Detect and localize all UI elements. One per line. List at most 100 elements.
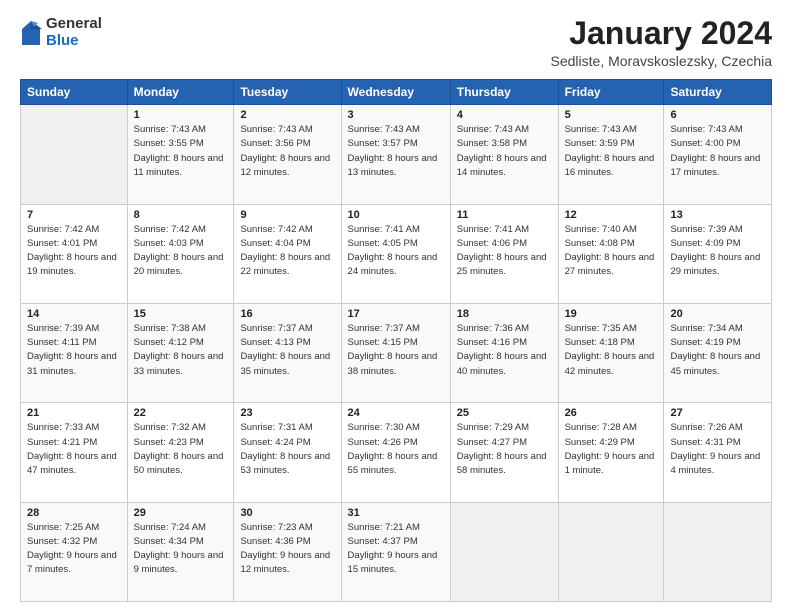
day-info: Sunrise: 7:43 AMSunset: 3:59 PMDaylight:… xyxy=(565,123,658,180)
day-cell: 28 Sunrise: 7:25 AMSunset: 4:32 PMDayligh… xyxy=(21,502,128,601)
day-cell: 23Sunrise: 7:31 AMSunset: 4:24 PMDayligh… xyxy=(234,403,341,502)
day-cell: 24Sunrise: 7:30 AMSunset: 4:26 PMDayligh… xyxy=(341,403,450,502)
day-cell: 7 Sunrise: 7:42 AMSunset: 4:01 PMDaylight… xyxy=(21,204,128,303)
day-info: Sunrise: 7:34 AMSunset: 4:19 PMDaylight:… xyxy=(670,322,765,379)
day-info: Sunrise: 7:25 AMSunset: 4:32 PMDaylight:… xyxy=(27,521,121,578)
day-number: 22 xyxy=(134,407,228,419)
logo-blue-text: Blue xyxy=(46,33,102,50)
day-info: Sunrise: 7:33 AMSunset: 4:21 PMDaylight:… xyxy=(27,421,121,478)
day-cell: 30 Sunrise: 7:23 AMSunset: 4:36 PMDayligh… xyxy=(234,502,341,601)
day-number: 8 xyxy=(134,209,228,221)
day-info: Sunrise: 7:30 AMSunset: 4:26 PMDaylight:… xyxy=(348,421,444,478)
day-info: Sunrise: 7:40 AMSunset: 4:08 PMDaylight:… xyxy=(565,223,658,280)
day-cell xyxy=(21,105,128,204)
day-cell: 4 Sunrise: 7:43 AMSunset: 3:58 PMDaylight… xyxy=(450,105,558,204)
day-number: 2 xyxy=(240,109,334,121)
calendar-table: SundayMondayTuesdayWednesdayThursdayFrid… xyxy=(20,79,772,602)
day-info: Sunrise: 7:42 AMSunset: 4:01 PMDaylight:… xyxy=(27,223,121,280)
day-info: Sunrise: 7:36 AMSunset: 4:16 PMDaylight:… xyxy=(457,322,552,379)
day-number: 17 xyxy=(348,308,444,320)
weekday-header-friday: Friday xyxy=(558,80,664,105)
day-info: Sunrise: 7:37 AMSunset: 4:13 PMDaylight:… xyxy=(240,322,334,379)
day-cell: 5 Sunrise: 7:43 AMSunset: 3:59 PMDaylight… xyxy=(558,105,664,204)
weekday-header-thursday: Thursday xyxy=(450,80,558,105)
day-cell: 26 Sunrise: 7:28 AMSunset: 4:29 PMDayligh… xyxy=(558,403,664,502)
day-cell: 18 Sunrise: 7:36 AMSunset: 4:16 PMDayligh… xyxy=(450,303,558,402)
day-number: 19 xyxy=(565,308,658,320)
day-cell: 11Sunrise: 7:41 AMSunset: 4:06 PMDayligh… xyxy=(450,204,558,303)
day-cell xyxy=(664,502,772,601)
day-number: 14 xyxy=(27,308,121,320)
day-info: Sunrise: 7:42 AMSunset: 4:04 PMDaylight:… xyxy=(240,223,334,280)
day-number: 5 xyxy=(565,109,658,121)
logo: General Blue xyxy=(20,16,102,49)
week-row-5: 28 Sunrise: 7:25 AMSunset: 4:32 PMDayligh… xyxy=(21,502,772,601)
day-info: Sunrise: 7:41 AMSunset: 4:05 PMDaylight:… xyxy=(348,223,444,280)
logo-general-text: General xyxy=(46,16,102,33)
day-info: Sunrise: 7:43 AMSunset: 3:56 PMDaylight:… xyxy=(240,123,334,180)
day-number: 26 xyxy=(565,407,658,419)
week-row-3: 14Sunrise: 7:39 AMSunset: 4:11 PMDayligh… xyxy=(21,303,772,402)
day-info: Sunrise: 7:26 AMSunset: 4:31 PMDaylight:… xyxy=(670,421,765,478)
day-cell: 27Sunrise: 7:26 AMSunset: 4:31 PMDayligh… xyxy=(664,403,772,502)
day-number: 25 xyxy=(457,407,552,419)
day-info: Sunrise: 7:43 AMSunset: 3:57 PMDaylight:… xyxy=(348,123,444,180)
day-info: Sunrise: 7:35 AMSunset: 4:18 PMDaylight:… xyxy=(565,322,658,379)
day-cell: 14Sunrise: 7:39 AMSunset: 4:11 PMDayligh… xyxy=(21,303,128,402)
day-info: Sunrise: 7:21 AMSunset: 4:37 PMDaylight:… xyxy=(348,521,444,578)
day-number: 16 xyxy=(240,308,334,320)
header: General Blue January 2024 Sedliste, Mora… xyxy=(20,16,772,69)
day-number: 10 xyxy=(348,209,444,221)
day-number: 4 xyxy=(457,109,552,121)
day-number: 21 xyxy=(27,407,121,419)
weekday-header-row: SundayMondayTuesdayWednesdayThursdayFrid… xyxy=(21,80,772,105)
weekday-header-monday: Monday xyxy=(127,80,234,105)
day-info: Sunrise: 7:43 AMSunset: 3:55 PMDaylight:… xyxy=(134,123,228,180)
day-cell: 17Sunrise: 7:37 AMSunset: 4:15 PMDayligh… xyxy=(341,303,450,402)
weekday-header-wednesday: Wednesday xyxy=(341,80,450,105)
day-cell: 3 Sunrise: 7:43 AMSunset: 3:57 PMDaylight… xyxy=(341,105,450,204)
day-info: Sunrise: 7:38 AMSunset: 4:12 PMDaylight:… xyxy=(134,322,228,379)
day-number: 6 xyxy=(670,109,765,121)
day-number: 28 xyxy=(27,507,121,519)
day-info: Sunrise: 7:28 AMSunset: 4:29 PMDaylight:… xyxy=(565,421,658,478)
day-cell: 1Sunrise: 7:43 AMSunset: 3:55 PMDaylight… xyxy=(127,105,234,204)
week-row-1: 1Sunrise: 7:43 AMSunset: 3:55 PMDaylight… xyxy=(21,105,772,204)
day-number: 30 xyxy=(240,507,334,519)
page: General Blue January 2024 Sedliste, Mora… xyxy=(0,0,792,612)
day-info: Sunrise: 7:39 AMSunset: 4:09 PMDaylight:… xyxy=(670,223,765,280)
day-cell: 12Sunrise: 7:40 AMSunset: 4:08 PMDayligh… xyxy=(558,204,664,303)
weekday-header-tuesday: Tuesday xyxy=(234,80,341,105)
day-info: Sunrise: 7:29 AMSunset: 4:27 PMDaylight:… xyxy=(457,421,552,478)
location: Sedliste, Moravskoslezsky, Czechia xyxy=(551,53,772,69)
day-info: Sunrise: 7:24 AMSunset: 4:34 PMDaylight:… xyxy=(134,521,228,578)
day-cell xyxy=(450,502,558,601)
day-info: Sunrise: 7:43 AMSunset: 3:58 PMDaylight:… xyxy=(457,123,552,180)
day-cell: 10 Sunrise: 7:41 AMSunset: 4:05 PMDayligh… xyxy=(341,204,450,303)
day-info: Sunrise: 7:31 AMSunset: 4:24 PMDaylight:… xyxy=(240,421,334,478)
day-number: 3 xyxy=(348,109,444,121)
month-title: January 2024 xyxy=(551,16,772,51)
day-number: 15 xyxy=(134,308,228,320)
day-cell: 19 Sunrise: 7:35 AMSunset: 4:18 PMDayligh… xyxy=(558,303,664,402)
day-cell: 15 Sunrise: 7:38 AMSunset: 4:12 PMDayligh… xyxy=(127,303,234,402)
week-row-4: 21 Sunrise: 7:33 AMSunset: 4:21 PMDayligh… xyxy=(21,403,772,502)
day-cell: 9 Sunrise: 7:42 AMSunset: 4:04 PMDaylight… xyxy=(234,204,341,303)
title-block: January 2024 Sedliste, Moravskoslezsky, … xyxy=(551,16,772,69)
day-cell: 25 Sunrise: 7:29 AMSunset: 4:27 PMDayligh… xyxy=(450,403,558,502)
weekday-header-saturday: Saturday xyxy=(664,80,772,105)
day-number: 18 xyxy=(457,308,552,320)
day-cell: 8 Sunrise: 7:42 AMSunset: 4:03 PMDaylight… xyxy=(127,204,234,303)
day-info: Sunrise: 7:41 AMSunset: 4:06 PMDaylight:… xyxy=(457,223,552,280)
day-cell: 20 Sunrise: 7:34 AMSunset: 4:19 PMDayligh… xyxy=(664,303,772,402)
day-cell: 22Sunrise: 7:32 AMSunset: 4:23 PMDayligh… xyxy=(127,403,234,502)
day-info: Sunrise: 7:23 AMSunset: 4:36 PMDaylight:… xyxy=(240,521,334,578)
week-row-2: 7 Sunrise: 7:42 AMSunset: 4:01 PMDaylight… xyxy=(21,204,772,303)
day-info: Sunrise: 7:43 AMSunset: 4:00 PMDaylight:… xyxy=(670,123,765,180)
day-number: 20 xyxy=(670,308,765,320)
day-info: Sunrise: 7:42 AMSunset: 4:03 PMDaylight:… xyxy=(134,223,228,280)
day-number: 7 xyxy=(27,209,121,221)
day-cell: 2 Sunrise: 7:43 AMSunset: 3:56 PMDaylight… xyxy=(234,105,341,204)
day-number: 9 xyxy=(240,209,334,221)
day-cell xyxy=(558,502,664,601)
